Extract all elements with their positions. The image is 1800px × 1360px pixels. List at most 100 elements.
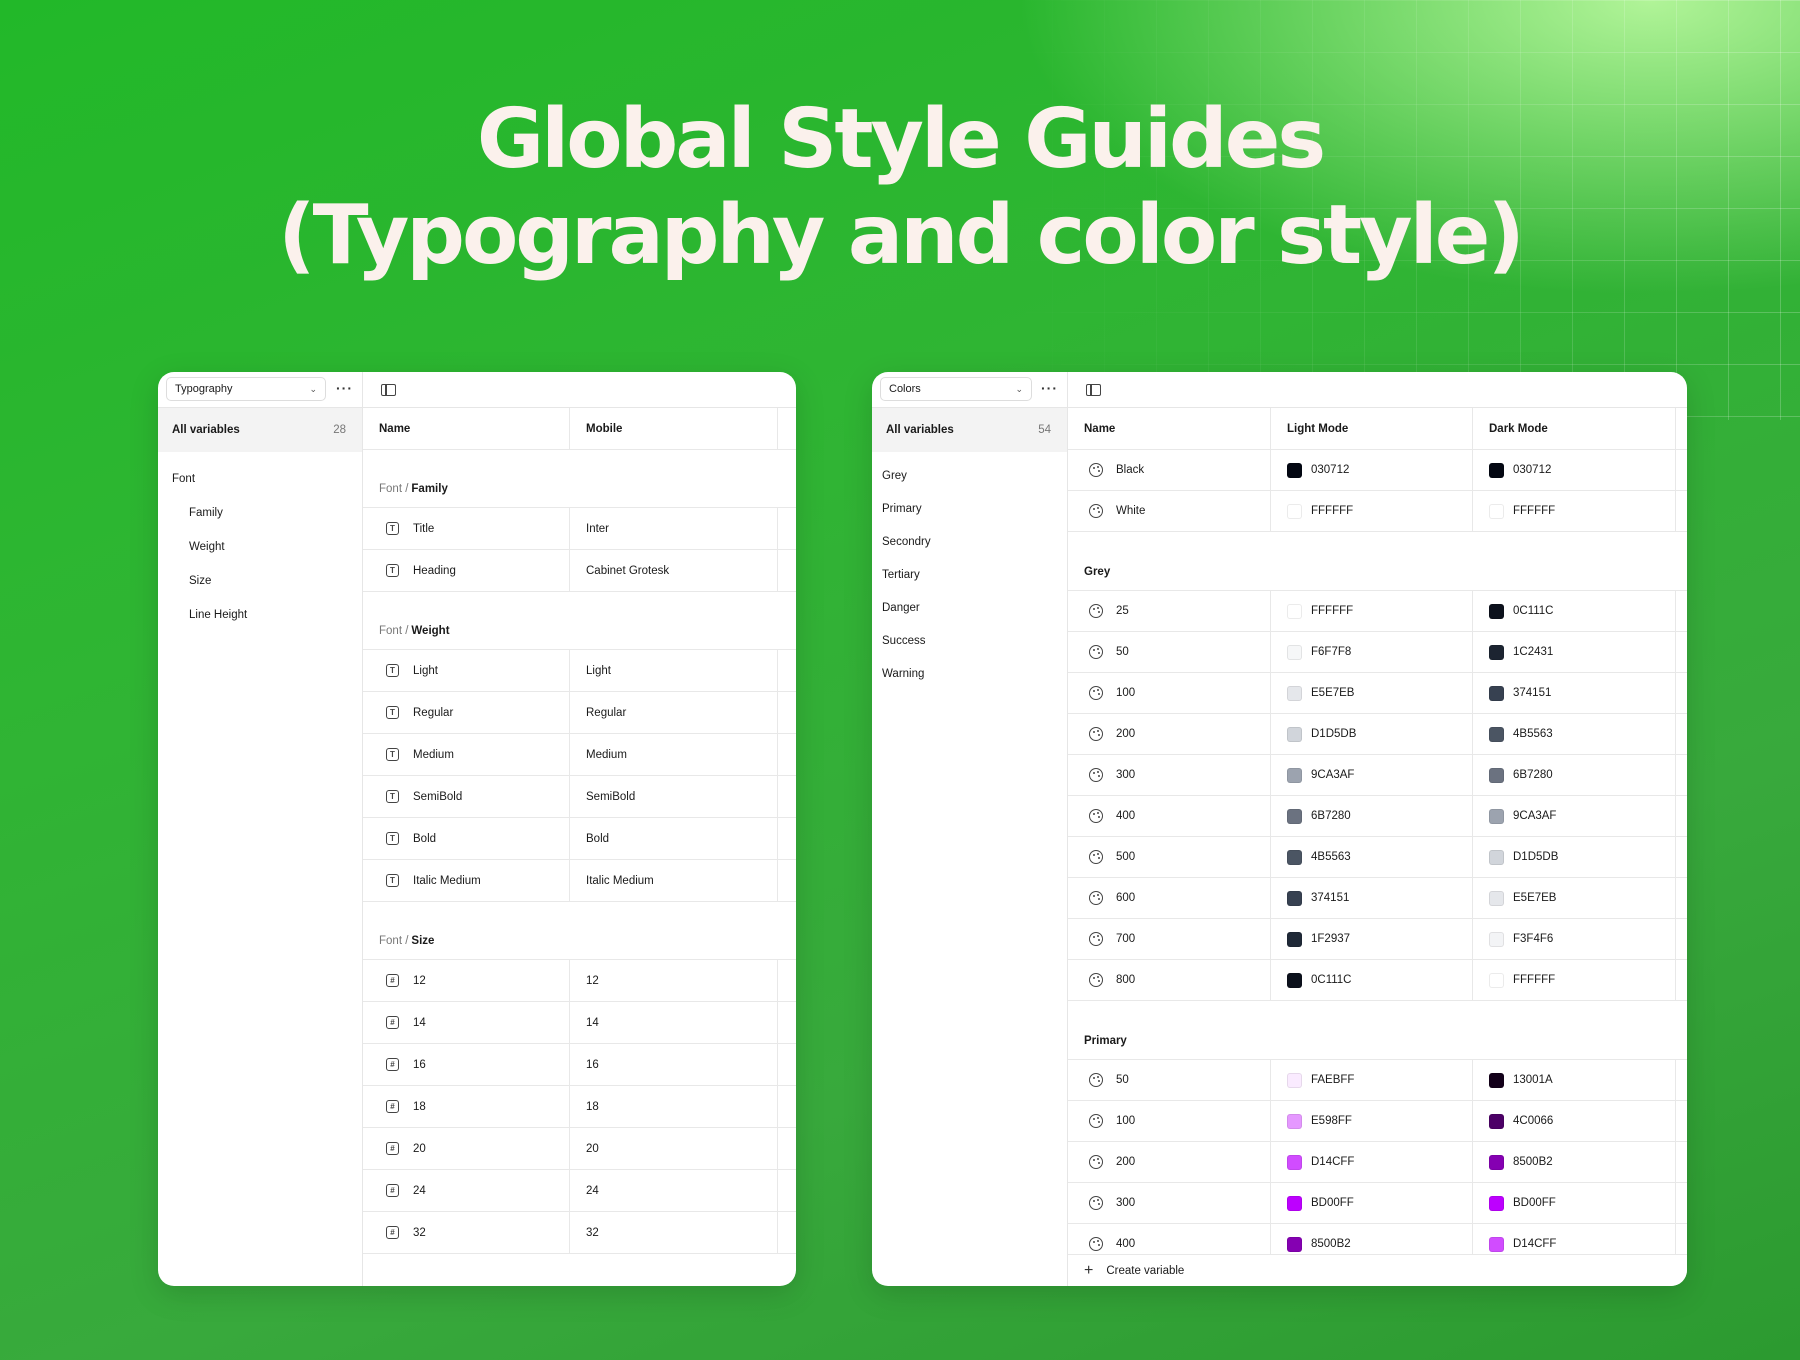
variable-value[interactable]: Light	[570, 650, 778, 691]
light-mode-value-cell[interactable]: E5E7EB	[1271, 673, 1473, 713]
light-mode-value-cell[interactable]: 4B5563	[1271, 837, 1473, 877]
light-mode-value-cell[interactable]: 9CA3AF	[1271, 755, 1473, 795]
table-row[interactable]: T Italic Medium Italic Medium	[363, 860, 796, 902]
table-row[interactable]: 600 374151 E5E7EB	[1068, 878, 1687, 919]
sidebar-item-font[interactable]: Font	[158, 462, 362, 496]
table-row[interactable]: #14 14	[363, 1002, 796, 1044]
dark-mode-value-cell[interactable]: D1D5DB	[1473, 837, 1676, 877]
table-row[interactable]: T Title Inter	[363, 508, 796, 550]
dark-mode-value-cell[interactable]: E5E7EB	[1473, 878, 1676, 918]
table-row[interactable]: 50 FAEBFF 13001A	[1068, 1060, 1687, 1101]
table-row[interactable]: 100 E5E7EB 374151	[1068, 673, 1687, 714]
all-variables-item[interactable]: All variables 28	[158, 408, 362, 452]
table-row[interactable]: White FFFFFF FFFFFF	[1068, 491, 1687, 532]
more-options-icon[interactable]: ···	[1041, 380, 1058, 396]
light-mode-value-cell[interactable]: D1D5DB	[1271, 714, 1473, 754]
sidebar-item-success[interactable]: Success	[872, 625, 1067, 658]
more-options-icon[interactable]: ···	[336, 380, 353, 396]
variable-value[interactable]: 32	[570, 1212, 778, 1253]
table-row[interactable]: T Medium Medium	[363, 734, 796, 776]
dark-mode-value-cell[interactable]: 4B5563	[1473, 714, 1676, 754]
variable-value[interactable]: Cabinet Grotesk	[570, 550, 778, 591]
variable-value[interactable]: 24	[570, 1170, 778, 1211]
variable-value[interactable]: Inter	[570, 508, 778, 549]
light-mode-value-cell[interactable]: E598FF	[1271, 1101, 1473, 1141]
table-row[interactable]: 800 0C111C FFFFFF	[1068, 960, 1687, 1001]
sidebar-item-grey[interactable]: Grey	[872, 460, 1067, 493]
sidebar-toggle-icon[interactable]	[1086, 384, 1101, 396]
light-mode-value-cell[interactable]: FFFFFF	[1271, 591, 1473, 631]
light-mode-value-cell[interactable]: 374151	[1271, 878, 1473, 918]
light-mode-value-cell[interactable]: FFFFFF	[1271, 491, 1473, 531]
light-mode-value-cell[interactable]: BD00FF	[1271, 1183, 1473, 1223]
sidebar-item-weight[interactable]: Weight	[158, 530, 362, 564]
variable-value[interactable]: 20	[570, 1128, 778, 1169]
light-mode-value-cell[interactable]: 030712	[1271, 450, 1473, 490]
light-mode-value-cell[interactable]: FAEBFF	[1271, 1060, 1473, 1100]
table-row[interactable]: 200 D14CFF 8500B2	[1068, 1142, 1687, 1183]
collection-select[interactable]: Colors ⌄	[880, 377, 1032, 401]
collection-select[interactable]: Typography ⌄	[166, 377, 326, 401]
variable-value[interactable]: Regular	[570, 692, 778, 733]
table-row[interactable]: 100 E598FF 4C0066	[1068, 1101, 1687, 1142]
variable-value[interactable]: 14	[570, 1002, 778, 1043]
sidebar-item-danger[interactable]: Danger	[872, 592, 1067, 625]
table-row[interactable]: 200 D1D5DB 4B5563	[1068, 714, 1687, 755]
sidebar-item-warning[interactable]: Warning	[872, 658, 1067, 691]
table-row[interactable]: T SemiBold SemiBold	[363, 776, 796, 818]
table-row[interactable]: T Heading Cabinet Grotesk	[363, 550, 796, 592]
all-variables-item[interactable]: All variables 54	[872, 408, 1067, 452]
dark-mode-value-cell[interactable]: 374151	[1473, 673, 1676, 713]
table-row[interactable]: 300 9CA3AF 6B7280	[1068, 755, 1687, 796]
create-variable-button[interactable]: + Create variable	[1068, 1254, 1687, 1286]
table-row[interactable]: 400 6B7280 9CA3AF	[1068, 796, 1687, 837]
sidebar-item-line-height[interactable]: Line Height	[158, 598, 362, 632]
table-row[interactable]: #16 16	[363, 1044, 796, 1086]
dark-mode-value-cell[interactable]: 6B7280	[1473, 755, 1676, 795]
sidebar-item-secondry[interactable]: Secondry	[872, 526, 1067, 559]
variable-value[interactable]: SemiBold	[570, 776, 778, 817]
sidebar-item-family[interactable]: Family	[158, 496, 362, 530]
dark-mode-value-cell[interactable]: 030712	[1473, 450, 1676, 490]
variable-value[interactable]: Bold	[570, 818, 778, 859]
table-row[interactable]: T Light Light	[363, 650, 796, 692]
light-mode-value-cell[interactable]: 6B7280	[1271, 796, 1473, 836]
table-row[interactable]: 25 FFFFFF 0C111C	[1068, 591, 1687, 632]
dark-mode-value-cell[interactable]: FFFFFF	[1473, 491, 1676, 531]
light-mode-value-cell[interactable]: D14CFF	[1271, 1142, 1473, 1182]
sidebar-item-size[interactable]: Size	[158, 564, 362, 598]
table-row[interactable]: 50 F6F7F8 1C2431	[1068, 632, 1687, 673]
sidebar-item-primary[interactable]: Primary	[872, 493, 1067, 526]
table-row[interactable]: Black 030712 030712	[1068, 450, 1687, 491]
table-row[interactable]: 700 1F2937 F3F4F6	[1068, 919, 1687, 960]
dark-mode-value-cell[interactable]: FFFFFF	[1473, 960, 1676, 1000]
dark-mode-value-cell[interactable]: 0C111C	[1473, 591, 1676, 631]
table-row[interactable]: #18 18	[363, 1086, 796, 1128]
variable-value[interactable]: 16	[570, 1044, 778, 1085]
light-mode-value-cell[interactable]: F6F7F8	[1271, 632, 1473, 672]
variable-name: 100	[1116, 1115, 1136, 1127]
sidebar-toggle-icon[interactable]	[381, 384, 396, 396]
dark-mode-value-cell[interactable]: 1C2431	[1473, 632, 1676, 672]
variable-value[interactable]: 18	[570, 1086, 778, 1127]
light-mode-value-cell[interactable]: 1F2937	[1271, 919, 1473, 959]
table-row[interactable]: 300 BD00FF BD00FF	[1068, 1183, 1687, 1224]
dark-mode-value-cell[interactable]: 13001A	[1473, 1060, 1676, 1100]
dark-mode-value-cell[interactable]: 8500B2	[1473, 1142, 1676, 1182]
table-row[interactable]: #20 20	[363, 1128, 796, 1170]
variable-value[interactable]: Italic Medium	[570, 860, 778, 901]
table-row[interactable]: T Regular Regular	[363, 692, 796, 734]
table-row[interactable]: T Bold Bold	[363, 818, 796, 860]
table-row[interactable]: #32 32	[363, 1212, 796, 1254]
dark-mode-value-cell[interactable]: 9CA3AF	[1473, 796, 1676, 836]
dark-mode-value-cell[interactable]: 4C0066	[1473, 1101, 1676, 1141]
variable-value[interactable]: 12	[570, 960, 778, 1001]
sidebar-item-tertiary[interactable]: Tertiary	[872, 559, 1067, 592]
variable-value[interactable]: Medium	[570, 734, 778, 775]
table-row[interactable]: #12 12	[363, 960, 796, 1002]
dark-mode-value-cell[interactable]: F3F4F6	[1473, 919, 1676, 959]
light-mode-value-cell[interactable]: 0C111C	[1271, 960, 1473, 1000]
table-row[interactable]: #24 24	[363, 1170, 796, 1212]
table-row[interactable]: 500 4B5563 D1D5DB	[1068, 837, 1687, 878]
dark-mode-value-cell[interactable]: BD00FF	[1473, 1183, 1676, 1223]
